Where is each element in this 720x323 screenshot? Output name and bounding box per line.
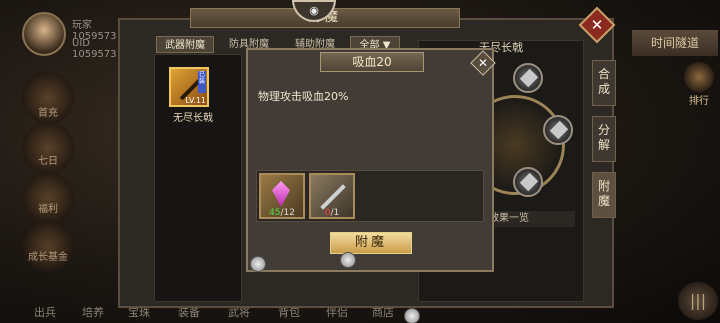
welfare-label: 福利 <box>38 204 58 215</box>
material-row: 45/12 0/1 <box>256 170 484 222</box>
popup-close-button[interactable]: ✕ <box>470 50 496 76</box>
inventory-panel: 已装 LV.11 无尽长戟 <box>154 54 242 302</box>
growth-fund-label: 成长基金 <box>28 252 68 263</box>
scroll-knob[interactable] <box>404 308 420 323</box>
inventory-item-name: 无尽长戟 <box>173 113 213 124</box>
popup-title: 吸血20 <box>320 52 424 72</box>
rank-label: 排行 <box>689 96 709 107</box>
enchant-description: 物理攻击吸血20% <box>258 90 349 103</box>
material-count: 45/12 <box>269 208 295 218</box>
material-blade[interactable]: 0/1 <box>309 173 355 219</box>
time-tunnel-button[interactable]: 时间隧道 <box>632 30 718 56</box>
rank-icon <box>684 62 714 92</box>
item-level: LV.11 <box>185 96 206 105</box>
enchant-confirm-button[interactable]: 附魔 <box>330 232 412 254</box>
growth-fund-button[interactable] <box>22 220 74 272</box>
tab-enchant[interactable]: 附魔 <box>592 172 616 218</box>
player-avatar[interactable] <box>22 12 66 56</box>
tab-weapon-enchant[interactable]: 武器附魔 <box>156 36 214 53</box>
tab-decompose[interactable]: 分解 <box>592 116 616 162</box>
material-purple-gem[interactable]: 45/12 <box>259 173 305 219</box>
welfare-button[interactable] <box>22 172 74 224</box>
player-uid: UID 1059573 <box>72 38 117 60</box>
blade-icon <box>320 184 346 210</box>
rank-button[interactable]: 排行 <box>680 62 718 110</box>
bottom-item-cultivate[interactable]: 培养 <box>82 304 104 320</box>
enchant-slot-1[interactable] <box>513 63 543 93</box>
effect-list-label: 效果一览 <box>489 211 575 227</box>
inventory-item-slot[interactable]: 已装 LV.11 <box>169 67 209 107</box>
tab-synthesize[interactable]: 合成 <box>592 60 616 106</box>
scroll-knob[interactable] <box>340 252 356 268</box>
left-menu: 玩家1059573 UID 1059573 首充 七日 福利 成长基金 <box>0 0 117 323</box>
enchant-popup: 吸血20 ✕ 物理攻击吸血20% 45/12 0/1 附魔 <box>246 48 496 272</box>
purple-gem-icon <box>272 181 290 207</box>
seven-day-label: 七日 <box>38 156 58 167</box>
material-count: 0/1 <box>324 208 340 218</box>
enchant-slot-2[interactable] <box>543 115 573 145</box>
equipped-tag: 已装 <box>198 71 206 93</box>
scroll-knob[interactable] <box>250 256 266 272</box>
first-recharge-label: 首充 <box>38 108 58 119</box>
close-icon: ✕ <box>477 56 489 70</box>
close-icon: ✕ <box>590 16 604 34</box>
bottom-item-dispatch[interactable]: 出兵 <box>34 304 56 320</box>
enchant-slot-3[interactable] <box>513 167 543 197</box>
